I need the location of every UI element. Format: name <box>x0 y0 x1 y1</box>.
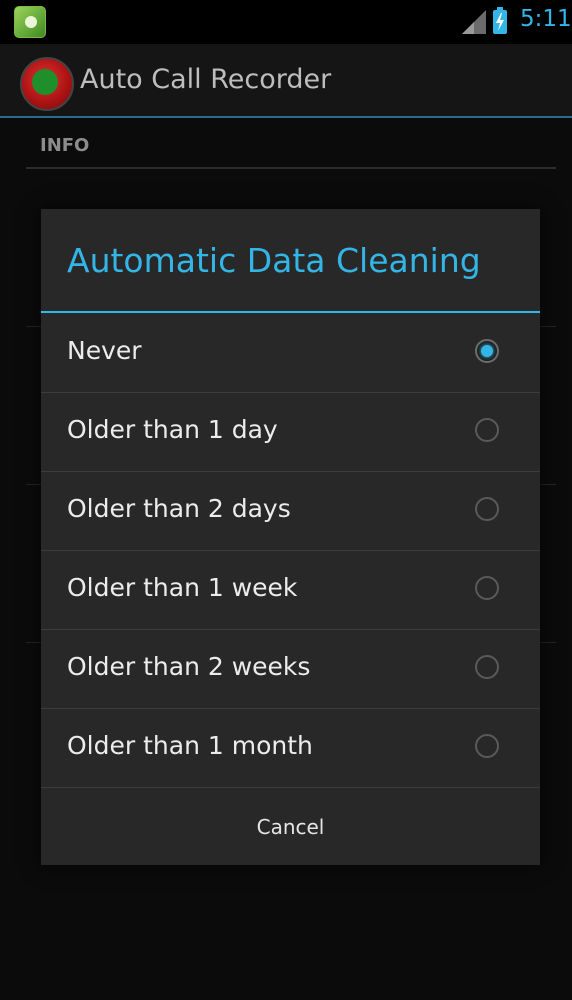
radio-button[interactable] <box>475 655 499 679</box>
radio-button[interactable] <box>475 734 499 758</box>
option-older-than-1-week[interactable]: Older than 1 week <box>41 551 540 630</box>
app-title: Auto Call Recorder <box>80 64 332 95</box>
app-notification-icon <box>14 6 46 38</box>
option-older-than-1-day[interactable]: Older than 1 day <box>41 393 540 472</box>
option-label: Older than 1 day <box>67 415 278 444</box>
option-label: Older than 1 week <box>67 573 298 602</box>
signal-icon <box>462 10 486 34</box>
cancel-label: Cancel <box>256 814 325 839</box>
dialog-title-divider <box>41 311 540 313</box>
battery-charging-icon <box>493 7 507 34</box>
action-bar: Auto Call Recorder <box>0 44 572 118</box>
cancel-button[interactable]: Cancel <box>41 788 540 865</box>
option-label: Never <box>67 336 142 365</box>
radio-button-checked[interactable] <box>475 339 499 363</box>
option-label: Older than 2 days <box>67 494 291 523</box>
radio-button[interactable] <box>475 497 499 521</box>
status-time: 5:11 <box>520 6 572 32</box>
section-divider <box>26 167 556 169</box>
radio-button[interactable] <box>475 418 499 442</box>
section-header-info: INFO <box>40 135 90 156</box>
option-older-than-2-weeks[interactable]: Older than 2 weeks <box>41 630 540 709</box>
radio-button[interactable] <box>475 576 499 600</box>
phone-recorder-icon[interactable] <box>20 57 74 111</box>
option-label: Older than 1 month <box>67 731 313 760</box>
option-older-than-1-month[interactable]: Older than 1 month <box>41 709 540 788</box>
status-bar: 5:11 <box>0 0 572 44</box>
data-cleaning-dialog: Automatic Data Cleaning Never Older than… <box>41 209 540 865</box>
option-label: Older than 2 weeks <box>67 652 311 681</box>
option-older-than-2-days[interactable]: Older than 2 days <box>41 472 540 551</box>
option-never[interactable]: Never <box>41 314 540 393</box>
dialog-title: Automatic Data Cleaning <box>67 241 481 280</box>
